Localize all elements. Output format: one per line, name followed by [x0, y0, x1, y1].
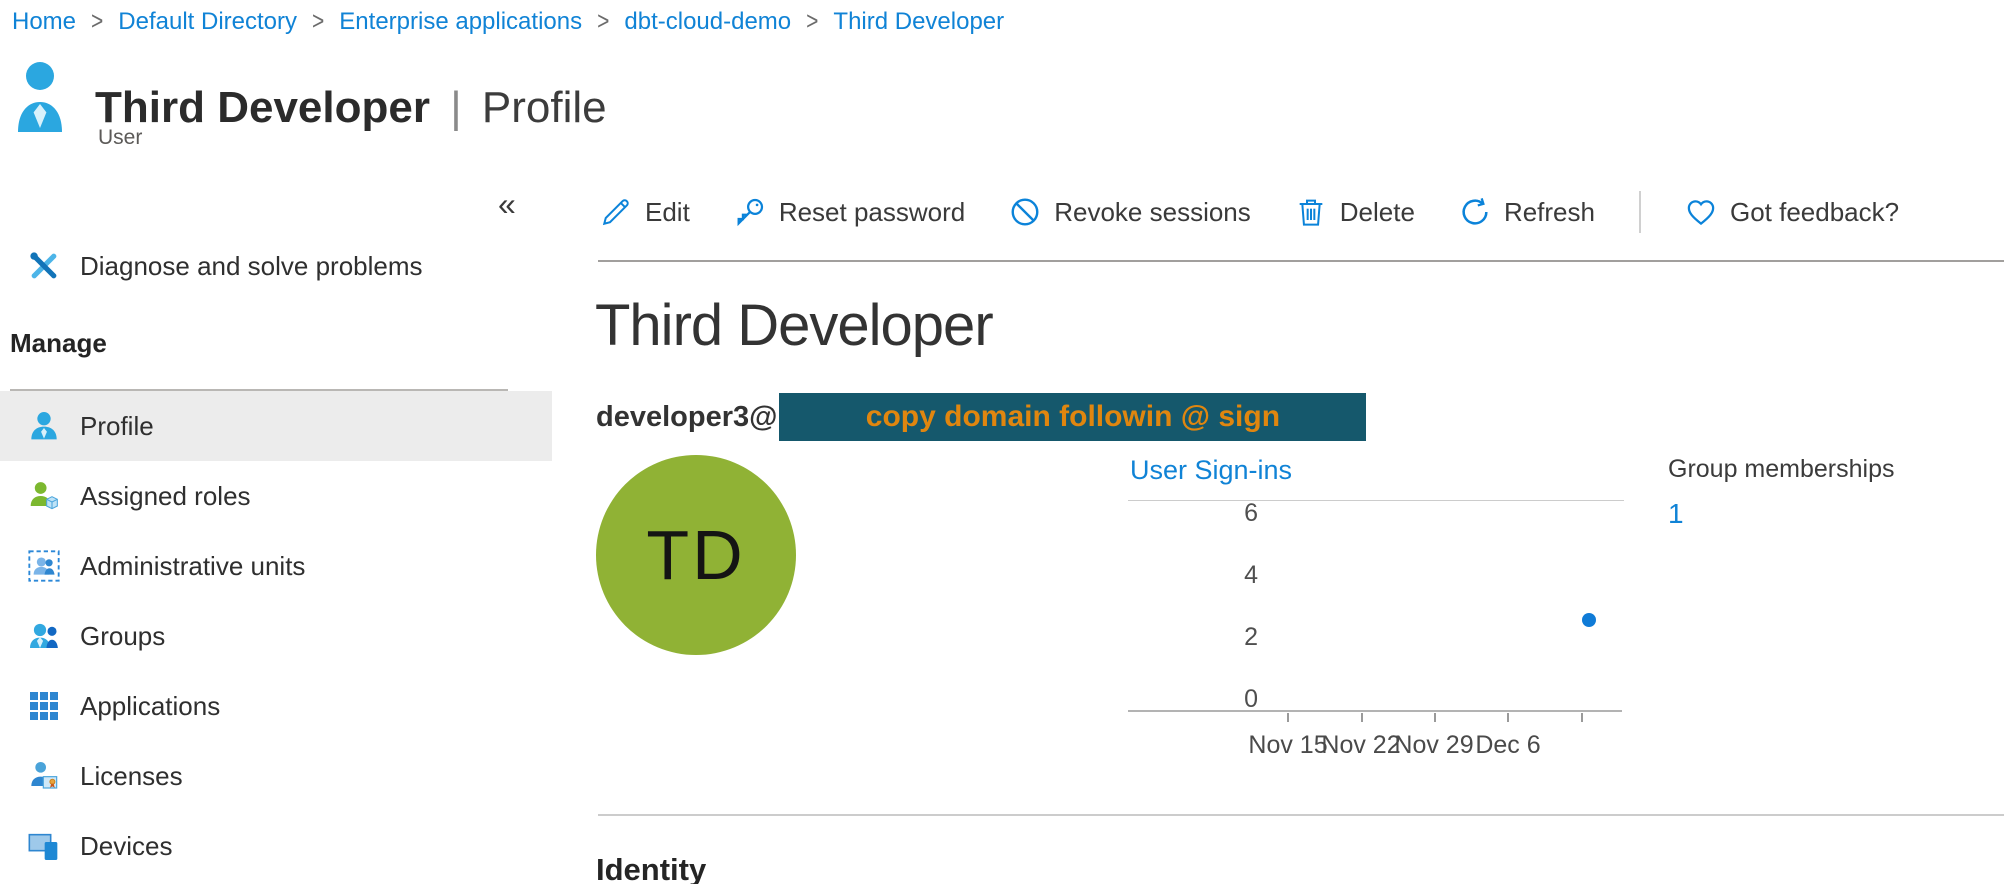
- user-avatar-icon: [16, 60, 64, 136]
- user-sign-ins-chart: User Sign-ins 6 4 2 0 Nov 15 Nov 22 Nov …: [1128, 455, 1638, 775]
- x-axis-tick: [1581, 713, 1583, 722]
- user-display-name: Third Developer: [595, 292, 993, 359]
- delete-button-label: Delete: [1340, 197, 1415, 228]
- sign-ins-data-point: [1582, 613, 1596, 627]
- sidebar-item-label: Licenses: [80, 761, 183, 792]
- breadcrumb-third-developer[interactable]: Third Developer: [833, 8, 1004, 36]
- y-axis-tick-label: 2: [1188, 623, 1258, 652]
- avatar: TD: [596, 455, 796, 655]
- edit-button-label: Edit: [645, 197, 690, 228]
- azure-user-profile-page: Home > Default Directory > Enterprise ap…: [0, 0, 2004, 884]
- page-title-divider: |: [442, 83, 469, 132]
- sidebar-item-licenses[interactable]: Licenses: [0, 741, 552, 811]
- sidebar-item-label: Administrative units: [80, 551, 305, 582]
- breadcrumb: Home > Default Directory > Enterprise ap…: [12, 4, 1004, 40]
- section-divider: [598, 814, 2004, 816]
- toolbar-divider: [1639, 191, 1641, 233]
- key-icon: [734, 196, 766, 228]
- sidebar-item-applications[interactable]: Applications: [0, 671, 552, 741]
- x-axis-tick-label: Dec 6: [1448, 731, 1568, 760]
- sidebar-item-profile[interactable]: Profile: [0, 391, 552, 461]
- pencil-icon: [600, 196, 632, 228]
- user-principal-name-row: developer3@ copy domain followin @ sign: [596, 392, 1366, 442]
- breadcrumb-home[interactable]: Home: [12, 8, 76, 36]
- breadcrumb-default-directory[interactable]: Default Directory: [118, 8, 297, 36]
- breadcrumb-separator-icon: >: [806, 7, 818, 37]
- sidebar: « Diagnose and solve problems Manage: [0, 160, 553, 884]
- x-axis-tick: [1361, 713, 1363, 722]
- sidebar-item-administrative-units[interactable]: Administrative units: [0, 531, 552, 601]
- sidebar-collapse-button[interactable]: «: [498, 188, 516, 220]
- breadcrumb-separator-icon: >: [312, 7, 324, 37]
- reset-password-button[interactable]: Reset password: [734, 196, 965, 228]
- refresh-icon: [1459, 196, 1491, 228]
- command-toolbar: Edit Reset password Revoke sessions Dele…: [600, 186, 1899, 238]
- assigned-roles-icon: [26, 478, 62, 514]
- page-title: Third Developer | Profile: [95, 83, 607, 133]
- sidebar-item-label: Profile: [80, 411, 154, 442]
- chart-title-link[interactable]: User Sign-ins: [1130, 455, 1292, 486]
- sidebar-item-devices[interactable]: Devices: [0, 811, 552, 881]
- licenses-icon: [26, 758, 62, 794]
- heart-icon: [1685, 196, 1717, 228]
- email-prefix: developer3@: [596, 401, 777, 434]
- group-memberships-label: Group memberships: [1668, 455, 1894, 484]
- breadcrumb-dbt-cloud-demo[interactable]: dbt-cloud-demo: [624, 8, 791, 36]
- page-title-blade: Profile: [482, 83, 607, 132]
- group-memberships-count-link[interactable]: 1: [1668, 498, 1894, 530]
- delete-button[interactable]: Delete: [1295, 196, 1415, 228]
- x-axis-tick: [1434, 713, 1436, 722]
- revoke-sessions-button[interactable]: Revoke sessions: [1009, 196, 1251, 228]
- sidebar-section-manage: Manage: [10, 328, 107, 359]
- x-axis-tick: [1507, 713, 1509, 722]
- sidebar-item-groups[interactable]: Groups: [0, 601, 552, 671]
- trash-icon: [1295, 196, 1327, 228]
- user-icon: [26, 408, 62, 444]
- page-subtitle: User: [98, 126, 142, 150]
- reset-password-button-label: Reset password: [779, 197, 965, 228]
- sidebar-item-label: Assigned roles: [80, 481, 251, 512]
- refresh-button[interactable]: Refresh: [1459, 196, 1595, 228]
- applications-icon: [26, 688, 62, 724]
- got-feedback-button-label: Got feedback?: [1730, 197, 1899, 228]
- groups-icon: [26, 618, 62, 654]
- identity-section-heading: Identity: [596, 852, 706, 884]
- sidebar-item-assigned-roles[interactable]: Assigned roles: [0, 461, 552, 531]
- breadcrumb-separator-icon: >: [597, 7, 609, 37]
- diagnose-tools-icon: [26, 248, 62, 284]
- sidebar-item-label: Groups: [80, 621, 165, 652]
- toolbar-underline: [598, 260, 2004, 262]
- avatar-initials: TD: [646, 515, 745, 595]
- x-axis-line: [1128, 710, 1622, 712]
- sidebar-item-diagnose-and-solve-problems[interactable]: Diagnose and solve problems: [0, 235, 552, 297]
- domain-redaction-note: copy domain followin @ sign: [866, 400, 1280, 434]
- got-feedback-button[interactable]: Got feedback?: [1685, 196, 1899, 228]
- x-axis-tick: [1287, 713, 1289, 722]
- breadcrumb-separator-icon: >: [91, 7, 103, 37]
- edit-button[interactable]: Edit: [600, 196, 690, 228]
- group-memberships: Group memberships 1: [1668, 455, 1894, 530]
- domain-redaction-overlay: copy domain followin @ sign: [779, 393, 1366, 441]
- sidebar-item-label: Devices: [80, 831, 172, 862]
- sidebar-item-label: Applications: [80, 691, 220, 722]
- devices-icon: [26, 828, 62, 864]
- sidebar-item-label: Diagnose and solve problems: [80, 251, 423, 282]
- y-axis-tick-label: 4: [1188, 561, 1258, 590]
- block-icon: [1009, 196, 1041, 228]
- y-axis-tick-label: 6: [1188, 499, 1258, 528]
- revoke-sessions-button-label: Revoke sessions: [1054, 197, 1251, 228]
- page-title-name: Third Developer: [95, 83, 430, 132]
- refresh-button-label: Refresh: [1504, 197, 1595, 228]
- breadcrumb-enterprise-applications[interactable]: Enterprise applications: [339, 8, 582, 36]
- administrative-units-icon: [26, 548, 62, 584]
